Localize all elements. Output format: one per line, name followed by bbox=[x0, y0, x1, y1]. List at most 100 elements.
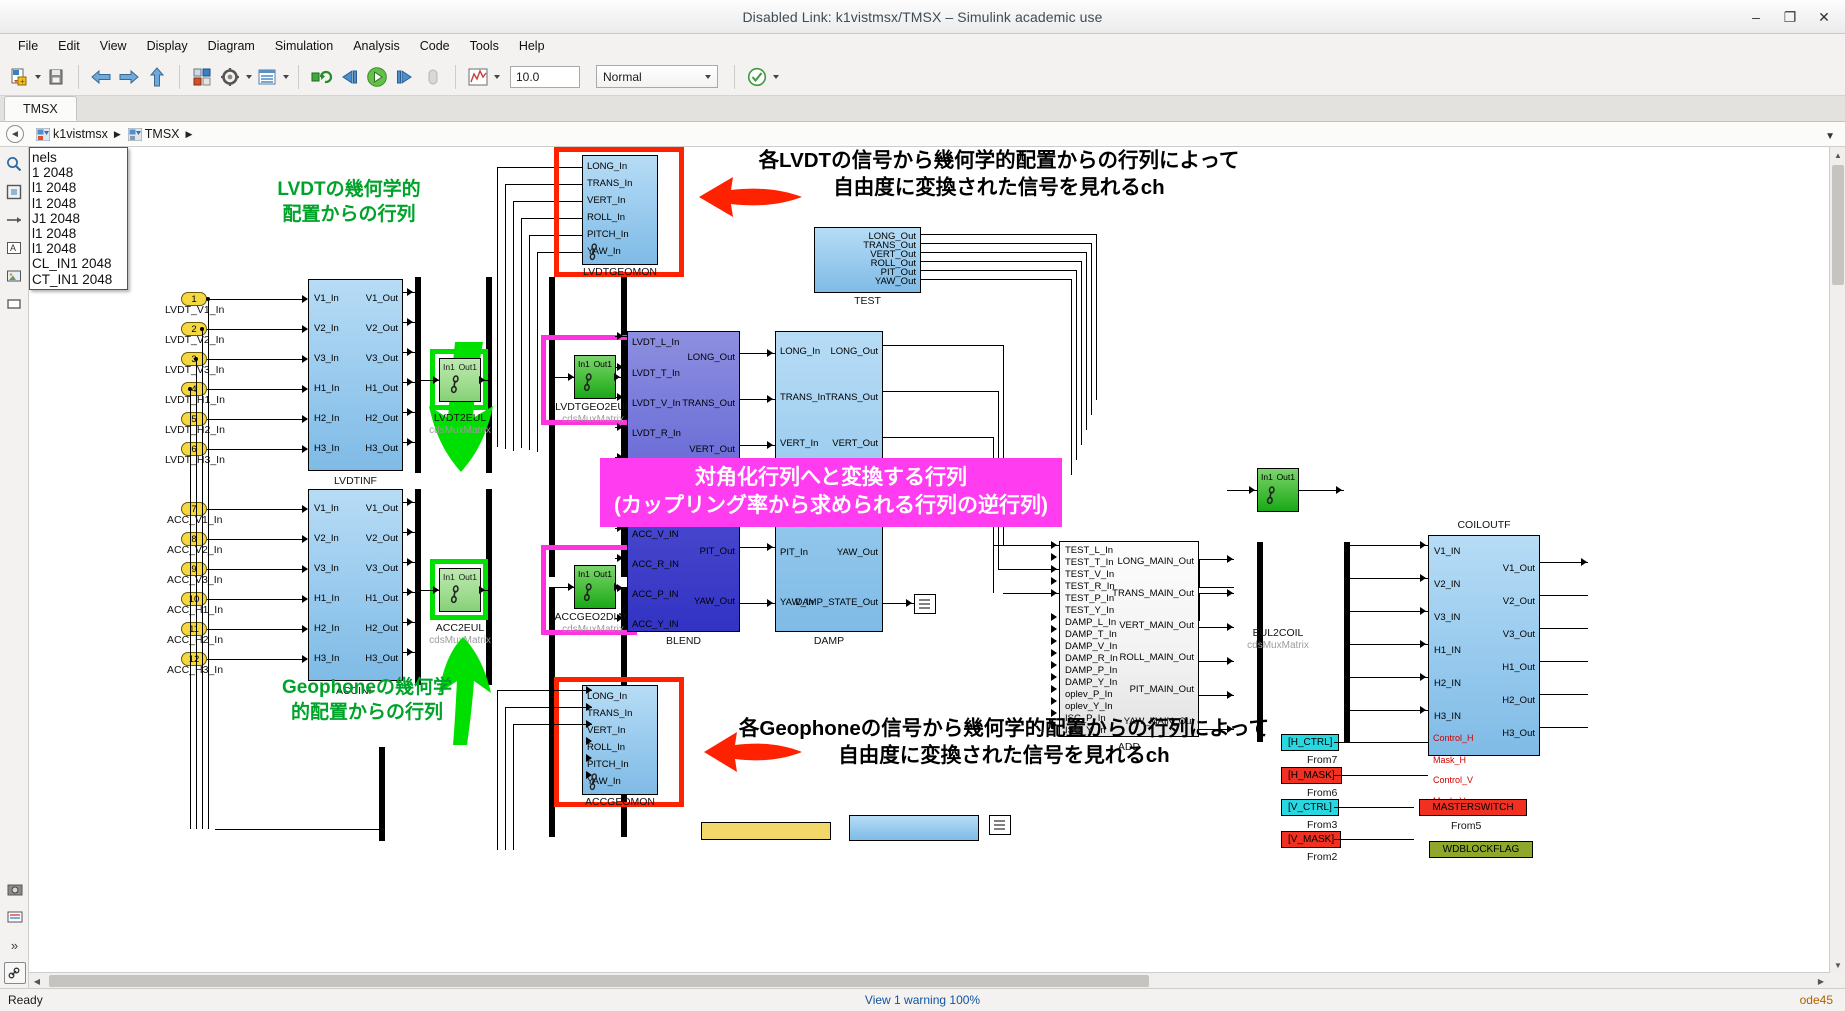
block-partial-lower-yellow[interactable] bbox=[701, 822, 831, 840]
step-forward-icon[interactable] bbox=[392, 64, 418, 90]
channel-row[interactable]: l1 2048 bbox=[30, 241, 127, 256]
close-button[interactable]: ✕ bbox=[1809, 4, 1839, 30]
library-browser-icon[interactable] bbox=[189, 64, 215, 90]
menu-analysis[interactable]: Analysis bbox=[343, 37, 410, 55]
run-icon[interactable] bbox=[364, 64, 390, 90]
new-model-icon[interactable]: + bbox=[6, 64, 32, 90]
channel-row[interactable]: CT_IN1 2048 bbox=[30, 272, 127, 287]
mux-lower[interactable] bbox=[379, 747, 385, 841]
camera-icon[interactable] bbox=[4, 878, 26, 900]
rectangle-icon[interactable] bbox=[3, 293, 25, 315]
from-tag-wdblockflag[interactable]: WDBLOCKFLAG bbox=[1429, 841, 1533, 858]
mux-accinf-out[interactable] bbox=[415, 489, 421, 685]
channel-list-overlay[interactable]: nels 1 2048 l1 2048 l1 2048 J1 2048 l1 2… bbox=[29, 147, 128, 290]
breadcrumb-back-icon[interactable]: ◄ bbox=[6, 125, 24, 143]
image-icon[interactable] bbox=[3, 265, 25, 287]
channel-row[interactable]: l1 2048 bbox=[30, 196, 127, 211]
block-test[interactable]: LONG_Out TRANS_Out VERT_Out ROLL_Out PIT… bbox=[814, 227, 921, 293]
status-warning[interactable]: View 1 warning 100% bbox=[0, 993, 1845, 1007]
model-advisor-icon[interactable] bbox=[744, 64, 770, 90]
terminator-lower[interactable] bbox=[989, 815, 1011, 835]
menu-simulation[interactable]: Simulation bbox=[265, 37, 343, 55]
model-explorer-icon[interactable] bbox=[254, 64, 280, 90]
horizontal-scroll-thumb[interactable] bbox=[49, 975, 1149, 987]
step-back-icon[interactable] bbox=[336, 64, 362, 90]
breadcrumb-item-tmsx[interactable]: TMSX ▶ bbox=[128, 127, 196, 141]
channel-row[interactable]: J1 2048 bbox=[30, 211, 127, 226]
scroll-up-arrow-icon[interactable]: ▲ bbox=[1830, 147, 1845, 163]
model-advisor-dropdown-icon[interactable] bbox=[773, 75, 779, 79]
model-configuration-dropdown-icon[interactable] bbox=[246, 75, 252, 79]
data-inspector-dropdown-icon[interactable] bbox=[494, 75, 500, 79]
scroll-left-arrow-icon[interactable]: ◀ bbox=[29, 973, 45, 989]
simulation-mode-select[interactable]: Normal bbox=[596, 65, 718, 88]
block-lvdtgeo2eul[interactable]: In1 Out1 bbox=[574, 355, 616, 399]
tab-tmsx[interactable]: TMSX bbox=[4, 96, 77, 121]
stop-time-input[interactable]: 10.0 bbox=[510, 66, 580, 88]
channel-row[interactable]: l1 2048 bbox=[30, 226, 127, 241]
scroll-right-arrow-icon[interactable]: ▶ bbox=[1813, 973, 1829, 989]
vertical-scroll-thumb[interactable] bbox=[1832, 165, 1844, 285]
menu-view[interactable]: View bbox=[90, 37, 137, 55]
demux-eul2coil-in[interactable] bbox=[1344, 542, 1350, 742]
block-lvdt2eul[interactable]: In1 Out1 bbox=[439, 358, 481, 402]
menu-display[interactable]: Display bbox=[137, 37, 198, 55]
from-tag-h-ctrl[interactable]: [H_CTRL] bbox=[1281, 734, 1339, 751]
damp-in-trans: TRANS_In bbox=[780, 392, 825, 403]
block-accinf[interactable]: V1_In V2_In V3_In H1_In H2_In H3_In V1_O… bbox=[308, 489, 403, 681]
channel-row[interactable]: 1 2048 bbox=[30, 165, 127, 180]
navigate-forward-icon[interactable] bbox=[116, 64, 142, 90]
annotation-icon[interactable]: A bbox=[3, 237, 25, 259]
legend-icon[interactable] bbox=[4, 906, 26, 928]
mux-lvdt-eul[interactable] bbox=[549, 277, 555, 577]
block-partial-lower-blue[interactable] bbox=[849, 815, 979, 841]
minimize-button[interactable]: – bbox=[1741, 4, 1771, 30]
menu-help[interactable]: Help bbox=[509, 37, 555, 55]
block-accgeomon[interactable]: LONG_In TRANS_In VERT_In ROLL_In PITCH_I… bbox=[582, 685, 658, 795]
block-coiloutf[interactable]: V1_IN V2_IN V3_IN H1_IN H2_IN H3_IN V1_O… bbox=[1428, 535, 1540, 756]
menu-file[interactable]: File bbox=[8, 37, 48, 55]
block-accgeo2diag[interactable]: In1 Out1 bbox=[574, 565, 616, 609]
model-configuration-icon[interactable] bbox=[217, 64, 243, 90]
from-tag-v-mask[interactable]: [V_MASK] bbox=[1281, 831, 1341, 848]
from-tag-h-mask[interactable]: [H_MASK] bbox=[1281, 767, 1342, 784]
block-blend-upper[interactable]: LVDT_L_In LVDT_T_In LVDT_V_In LVDT_R_In … bbox=[627, 331, 740, 470]
channel-row[interactable]: CL_IN1 2048 bbox=[30, 256, 127, 271]
expand-icon[interactable]: » bbox=[4, 934, 26, 956]
menu-diagram[interactable]: Diagram bbox=[198, 37, 265, 55]
block-lvdtgeomon[interactable]: LONG_In TRANS_In VERT_In ROLL_In PITCH_I… bbox=[582, 155, 658, 265]
menu-tools[interactable]: Tools bbox=[460, 37, 509, 55]
block-eul2coil[interactable]: In1 Out1 bbox=[1257, 468, 1299, 512]
menu-edit[interactable]: Edit bbox=[48, 37, 90, 55]
from-tag-v-ctrl[interactable]: [V_CTRL] bbox=[1281, 799, 1339, 816]
navigate-up-icon[interactable] bbox=[144, 64, 170, 90]
breadcrumb-expand-button[interactable]: ▼ bbox=[1825, 128, 1835, 142]
lvdtinf-in-v1: V1_In bbox=[314, 293, 339, 304]
update-model-icon[interactable] bbox=[308, 64, 334, 90]
maximize-button[interactable]: ❐ bbox=[1775, 4, 1805, 30]
data-inspector-icon[interactable] bbox=[465, 64, 491, 90]
lvdtinf-out-h1: H1_Out bbox=[365, 383, 398, 394]
scroll-down-arrow-icon[interactable]: ▼ bbox=[1830, 957, 1845, 973]
model-explorer-dropdown-icon[interactable] bbox=[283, 75, 289, 79]
link-icon[interactable] bbox=[4, 962, 26, 984]
navigate-back-icon[interactable] bbox=[88, 64, 114, 90]
channel-row[interactable]: l1 2048 bbox=[30, 180, 127, 195]
terminator-damp-state[interactable] bbox=[914, 594, 936, 614]
block-lvdtinf[interactable]: V1_In V2_In V3_In H1_In H2_In H3_In V1_O… bbox=[308, 279, 403, 471]
from-tag-masterswitch[interactable]: MASTERSWITCH bbox=[1419, 799, 1527, 816]
horizontal-scrollbar[interactable]: ◀ ▶ bbox=[29, 972, 1829, 988]
save-icon[interactable] bbox=[43, 64, 69, 90]
model-canvas[interactable]: 1 LVDT_V1_In 2 LVDT_V2_In 3 LVDT_V3_In 4… bbox=[29, 147, 1829, 988]
menu-code[interactable]: Code bbox=[410, 37, 460, 55]
channel-row[interactable]: CV_IN1 2048 bbox=[30, 287, 127, 290]
fit-to-view-icon[interactable] bbox=[3, 181, 25, 203]
zoom-icon[interactable] bbox=[3, 153, 25, 175]
block-acc2eul[interactable]: In1 Out1 bbox=[439, 568, 481, 612]
zoom-fit-width-icon[interactable] bbox=[3, 209, 25, 231]
new-model-dropdown-icon[interactable] bbox=[35, 75, 41, 79]
block-add[interactable]: TEST_L_In TEST_T_In TEST_V_In TEST_R_In … bbox=[1059, 541, 1199, 737]
lvdtgeo2eul-in-label: In1 bbox=[578, 359, 590, 369]
breadcrumb-item-k1vistmsx[interactable]: k1vistmsx ▶ bbox=[36, 127, 124, 141]
vertical-scrollbar[interactable]: ▲ ▼ bbox=[1829, 147, 1845, 973]
